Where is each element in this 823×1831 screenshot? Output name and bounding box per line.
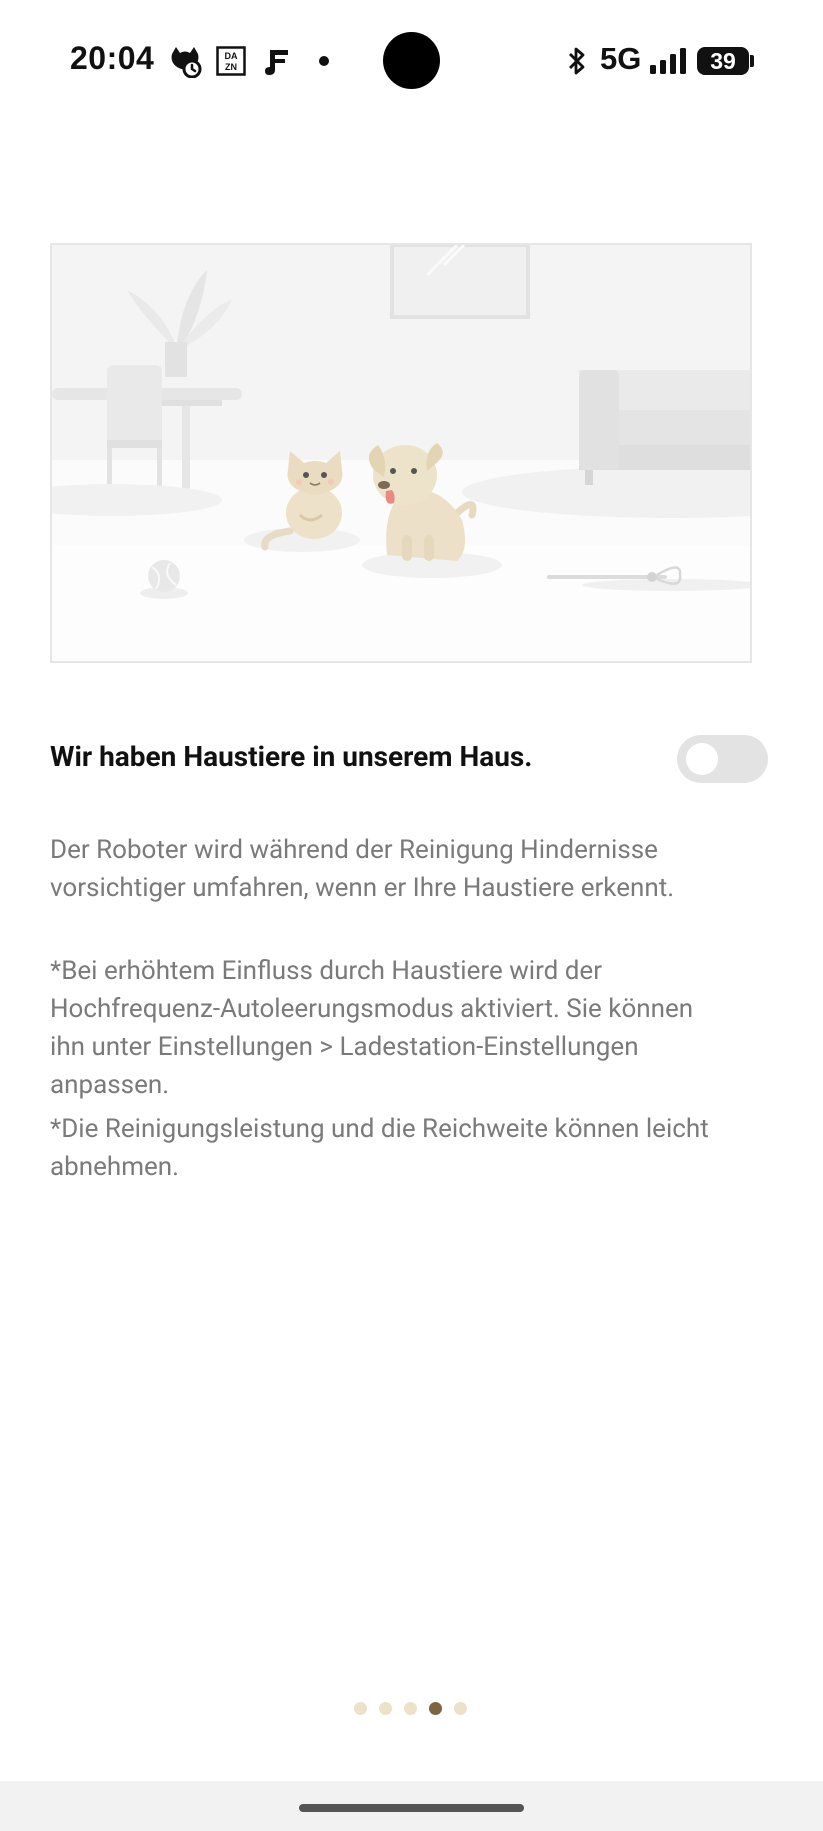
note-line: Hochfrequenz-Autoleerungsmodus aktiviert… (50, 994, 694, 1024)
toggle-knob (686, 743, 718, 775)
pets-illustration (50, 243, 752, 663)
note-line: abnehmen. (50, 1152, 180, 1182)
dazn-icon: DA ZN (214, 44, 248, 78)
camera-cutout (383, 32, 440, 89)
cat-alarm-icon (168, 44, 202, 78)
note-auto-empty-mode: *Bei erhöhtem Einfluss durch Haustiere w… (50, 952, 770, 1104)
svg-text:DA: DA (225, 51, 238, 61)
home-indicator[interactable] (299, 1804, 524, 1812)
system-nav-bar (0, 1781, 823, 1831)
page-dot-1 (354, 1701, 367, 1715)
page-dot-4-active (429, 1701, 442, 1715)
note-line: anpassen. (50, 1070, 170, 1100)
network-type: 5G (600, 41, 642, 76)
page-dot-3 (404, 1701, 417, 1715)
setting-description: Der Roboter wird während der Reinigung H… (50, 831, 770, 907)
pets-setting-row: Wir haben Haustiere in unserem Haus. (50, 730, 770, 790)
note-line: ihn unter Einstellungen > Ladestation-Ei… (50, 1032, 639, 1062)
music-icon (260, 44, 294, 78)
pets-toggle-switch[interactable] (677, 735, 768, 783)
signal-icon (648, 44, 688, 78)
status-bar: 20:04 DA ZN 5G 39 (0, 0, 823, 120)
battery-cap (750, 55, 754, 67)
page-indicator (354, 1700, 467, 1716)
battery-level: 39 (710, 47, 736, 74)
note-line: *Bei erhöhtem Einfluss durch Haustiere w… (50, 956, 603, 986)
page-dot-5 (454, 1701, 467, 1715)
battery-icon: 39 (697, 47, 749, 75)
note-line: *Die Reinigungsleistung und die Reichwei… (50, 1114, 709, 1144)
description-line: Der Roboter wird während der Reinigung H… (50, 835, 658, 865)
svg-text:ZN: ZN (225, 62, 237, 72)
page-dot-2 (379, 1701, 392, 1715)
note-performance: *Die Reinigungsleistung und die Reichwei… (50, 1110, 770, 1186)
status-time: 20:04 (70, 40, 155, 76)
description-line: vorsichtiger umfahren, wenn er Ihre Haus… (50, 873, 675, 903)
setting-title: Wir haben Haustiere in unserem Haus. (50, 740, 533, 773)
bluetooth-icon (560, 44, 594, 78)
notification-dot-icon (307, 44, 341, 78)
